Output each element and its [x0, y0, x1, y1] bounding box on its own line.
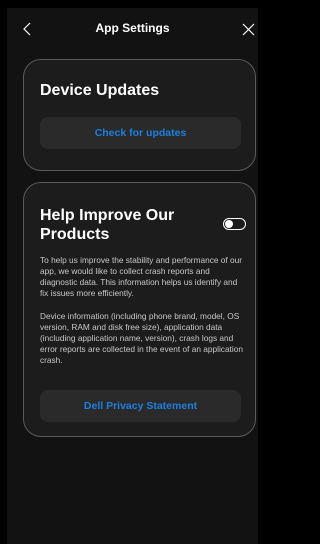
- device-updates-title: Device Updates: [40, 82, 160, 99]
- close-button[interactable]: [240, 20, 256, 38]
- toggle-knob: [225, 220, 233, 228]
- close-icon: [242, 23, 254, 35]
- help-improve-title: Help Improve Our Products: [40, 207, 175, 243]
- data-collected-description: Device information (including phone bran…: [40, 311, 243, 365]
- privacy-statement-button[interactable]: Dell Privacy Statement: [40, 390, 241, 422]
- help-improve-description: To help us improve the stability and per…: [40, 255, 242, 298]
- help-improve-card: Help Improve Our Products To help us imp…: [23, 182, 256, 437]
- header: App Settings: [7, 8, 258, 48]
- app-settings-screen: App Settings Device Updates Check for up…: [7, 8, 258, 544]
- device-updates-card: Device Updates Check for updates: [23, 59, 256, 171]
- check-for-updates-button[interactable]: Check for updates: [40, 117, 241, 149]
- page-title: App Settings: [95, 21, 170, 35]
- help-improve-toggle[interactable]: [223, 218, 246, 230]
